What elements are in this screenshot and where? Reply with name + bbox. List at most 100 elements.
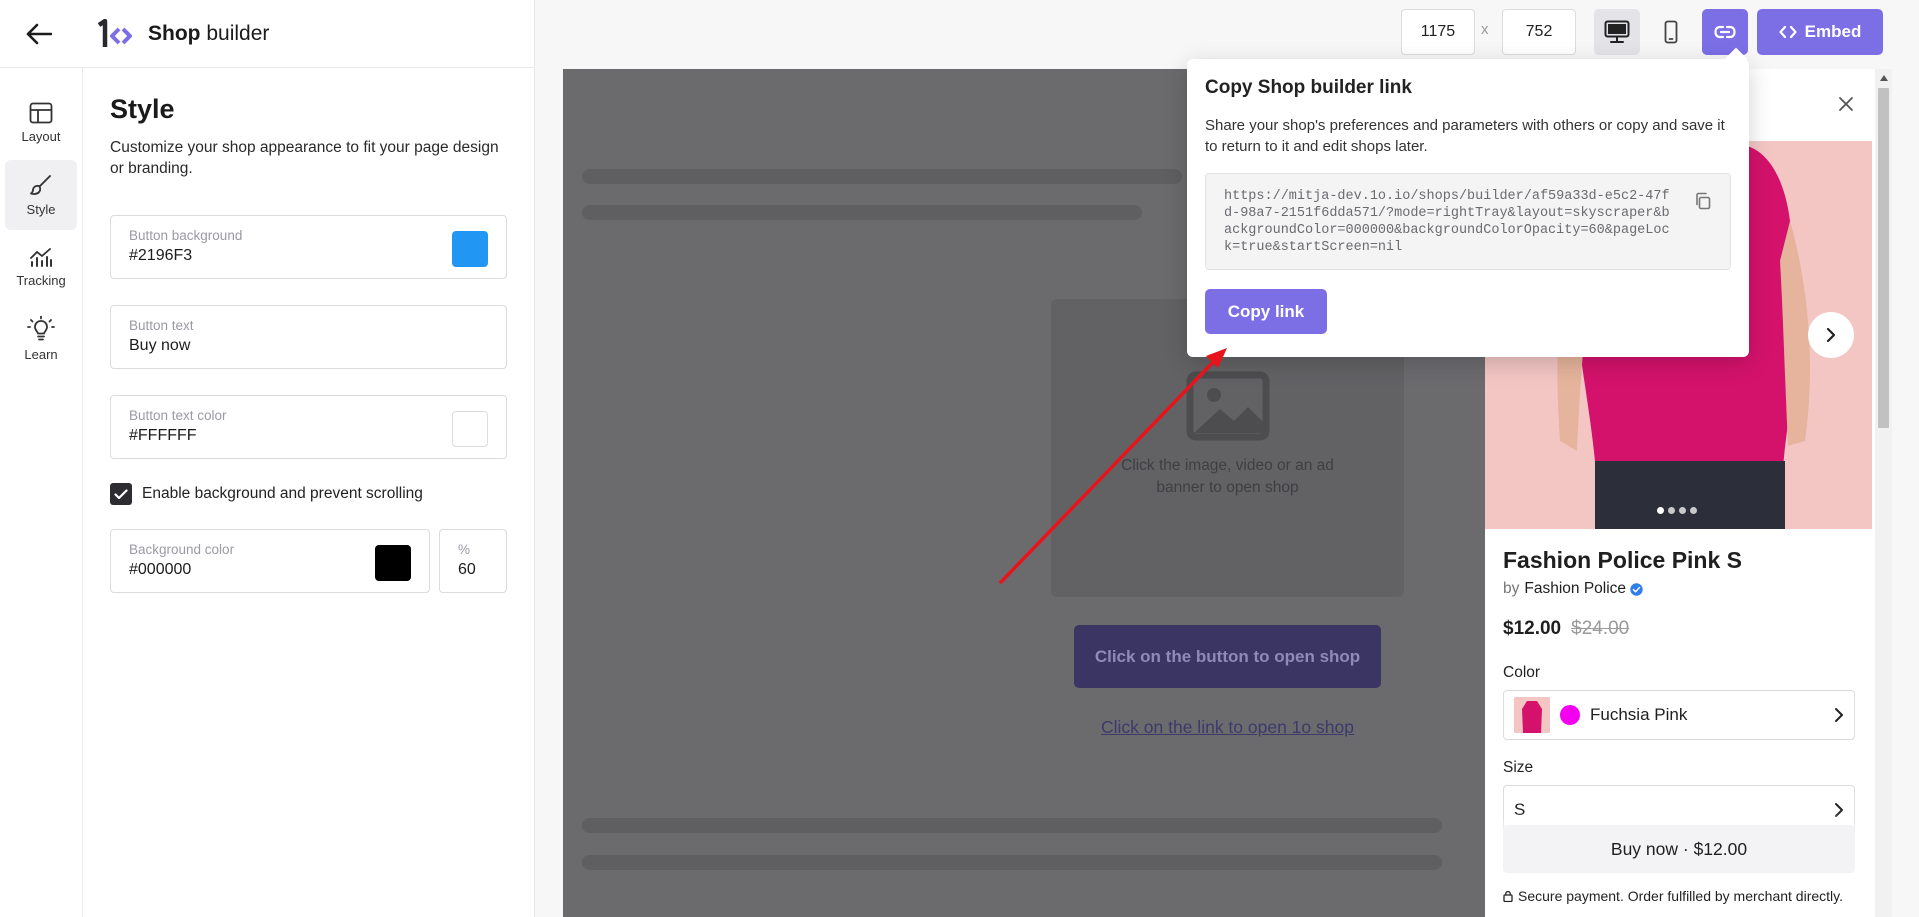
desktop-view-button[interactable] [1594,9,1640,55]
button-text-field[interactable]: Button text Buy now [110,305,507,369]
copy-link-popover: Copy Shop builder link Share your shop's… [1187,59,1749,357]
link-icon [1714,25,1736,39]
chevron-right-icon [1835,803,1843,817]
nav-learn[interactable]: Learn [5,304,77,374]
skeleton-line [582,855,1442,870]
button-text-color-field[interactable]: Button text color #FFFFFF [110,395,507,459]
skeleton-line [582,205,1142,220]
buy-now-button[interactable]: Buy now · $12.00 [1503,825,1855,873]
code-icon [1779,25,1797,39]
lock-icon [1503,890,1513,902]
nav-style[interactable]: Style [5,160,77,230]
nav-layout-label: Layout [21,129,61,144]
size-label: Size [1503,759,1534,776]
nav-tracking-label: Tracking [16,273,66,288]
mobile-view-button[interactable] [1648,9,1694,55]
open-shop-link[interactable]: Click on the link to open 1o shop [1051,717,1404,738]
copy-link-toggle-button[interactable] [1702,9,1748,55]
background-color-swatch[interactable] [375,545,411,581]
triangle-up-icon [1879,75,1888,81]
field-label: Button text color [129,408,227,423]
panel-heading: Style [110,94,175,124]
image-icon [1186,371,1269,441]
verified-badge-icon [1630,582,1643,596]
button-text-color-swatch[interactable] [452,411,488,447]
secure-payment-note: Secure payment. Order fulfilled by merch… [1503,888,1843,904]
dimension-separator: x [1481,21,1489,38]
field-label: Button background [129,228,243,243]
carousel-dots [1657,507,1697,514]
chevron-right-icon [1835,708,1843,722]
field-value: 60 [458,561,476,578]
enable-background-row: Enable background and prevent scrolling [110,483,507,505]
tray-close-button[interactable] [1834,92,1858,116]
monitor-icon [1604,20,1630,43]
embed-label: Embed [1804,22,1862,41]
enable-background-label: Enable background and prevent scrolling [142,485,423,502]
field-label: Background color [129,542,235,557]
copy-icon[interactable] [1694,192,1712,210]
carousel-dot[interactable] [1690,507,1697,514]
media-placeholder-text: Click the image, video or an ad banner t… [1121,457,1334,496]
share-url: https://mitja-dev.1o.io/shops/builder/af… [1224,189,1670,255]
builder-nav-rail: Layout Style Tracking Learn [0,68,83,917]
phone-icon [1664,20,1678,44]
color-value: Fuchsia Pink [1590,705,1688,724]
popover-description: Share your shop's preferences and parame… [1205,117,1725,155]
paintbrush-icon [30,175,51,195]
color-label: Color [1503,664,1541,681]
popover-title: Copy Shop builder link [1205,77,1412,98]
copy-link-button[interactable]: Copy link [1205,289,1327,334]
preview-height-input[interactable]: 752 [1502,9,1576,55]
color-swatch [1560,705,1580,725]
background-color-field[interactable]: Background color #000000 [110,529,430,593]
nav-tracking[interactable]: Tracking [5,232,77,302]
compare-price: $24.00 [1571,618,1630,639]
carousel-dot[interactable] [1668,507,1675,514]
share-url-box[interactable]: https://mitja-dev.1o.io/shops/builder/af… [1205,173,1731,270]
carousel-dot[interactable] [1679,507,1686,514]
vendor-prefix: by [1503,580,1520,597]
current-price: $12.00 [1503,618,1562,639]
open-shop-button[interactable]: Click on the button to open shop [1074,625,1381,688]
field-value: Buy now [129,337,191,354]
panel-description: Customize your shop appearance to fit yo… [110,139,499,177]
embed-button[interactable]: Embed [1757,9,1883,55]
button-background-field[interactable]: Button background #2196F3 [110,215,507,279]
skeleton-line [582,169,1182,184]
layout-icon [29,102,53,124]
nav-layout[interactable]: Layout [5,88,77,158]
close-icon [1839,97,1853,111]
product-title: Fashion Police Pink S [1503,547,1743,573]
field-value: #2196F3 [129,247,193,264]
chevron-right-icon [1826,327,1836,343]
vendor-name[interactable]: Fashion Police [1524,580,1626,598]
field-value: #FFFFFF [129,427,197,444]
checkmark-icon [114,488,128,499]
scroll-up-button[interactable] [1878,72,1889,84]
secure-payment-text: Secure payment. Order fulfilled by merch… [1518,888,1843,904]
lightbulb-icon [27,316,55,341]
scrollbar-thumb[interactable] [1878,88,1889,428]
button-background-swatch[interactable] [452,231,488,267]
preview-width-input[interactable]: 1175 [1401,9,1475,55]
carousel-dot[interactable] [1657,507,1664,514]
nav-style-label: Style [26,202,56,217]
enable-background-checkbox[interactable] [110,483,132,505]
color-selector[interactable]: Fuchsia Pink [1503,690,1855,740]
field-label: Button text [129,318,194,333]
preview-toolbar: 1175 x 752 Embed [0,9,1919,59]
style-panel: Style Customize your shop appearance to … [83,68,535,917]
size-value: S [1514,800,1526,819]
field-label: % [458,542,471,557]
background-row: Background color #000000 % 60 [110,529,507,593]
chart-line-icon [30,248,52,267]
background-opacity-field[interactable]: % 60 [439,529,507,593]
product-vendor: by Fashion Police [1503,580,1855,598]
field-value: #000000 [129,561,192,578]
skeleton-line [582,818,1442,833]
nav-learn-label: Learn [24,347,58,362]
color-thumbnail [1514,697,1550,733]
product-price: $12.00 $24.00 [1503,618,1855,640]
carousel-next-button[interactable] [1808,312,1854,358]
